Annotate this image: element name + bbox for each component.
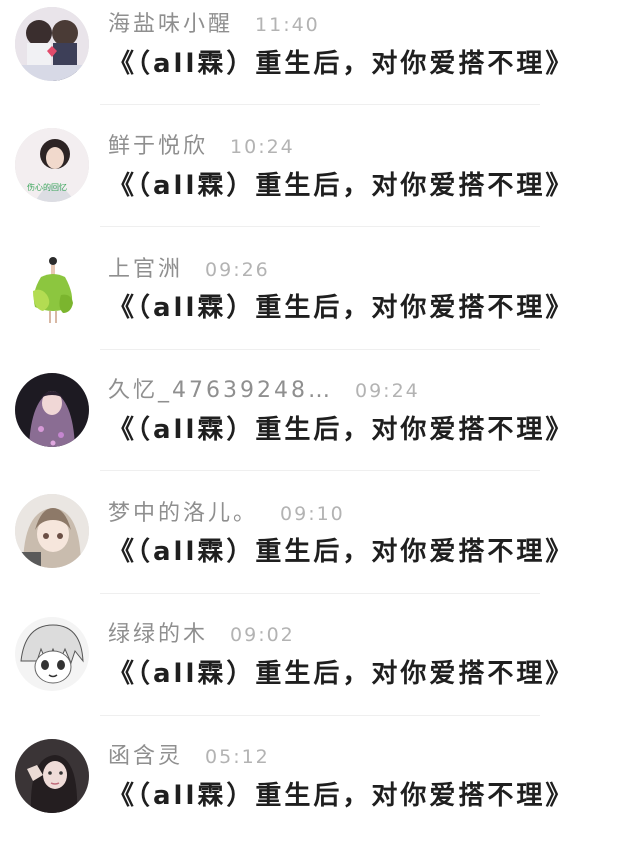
divider	[100, 470, 540, 471]
comment-meta: 久忆_47639248… 09:24	[108, 372, 420, 404]
comment-text: 《（all霖）重生后，对你爱搭不理》	[108, 537, 575, 567]
comment-meta: 函含灵 05:12	[108, 738, 270, 770]
comment-text: 《（all霖）重生后，对你爱搭不理》	[108, 293, 575, 323]
comment-time: 09:10	[280, 503, 345, 525]
selfie-girl-avatar[interactable]	[15, 739, 89, 813]
divider	[100, 226, 540, 227]
sender-name[interactable]: 海盐味小醒	[108, 12, 233, 37]
list-item[interactable]: 久忆_47639248… 09:24 《（all霖）重生后，对你爱搭不理》	[0, 366, 640, 488]
comment-text: 《（all霖）重生后，对你爱搭不理》	[108, 415, 575, 445]
divider	[100, 715, 540, 716]
divider	[100, 104, 540, 105]
list-item[interactable]: 上官洲 09:26 《（all霖）重生后，对你爱搭不理》	[0, 244, 640, 366]
sender-name[interactable]: 鲜于悦欣	[108, 134, 208, 159]
comment-text: 《（all霖）重生后，对你爱搭不理》	[108, 171, 575, 201]
list-item[interactable]: 伤心的回忆 鲜于悦欣 10:24 《（all霖）重生后，对你爱搭不理》	[0, 122, 640, 244]
comment-meta: 上官洲 09:26	[108, 251, 270, 283]
comment-meta: 鲜于悦欣 10:24	[108, 128, 295, 160]
girl-photo-avatar[interactable]: 伤心的回忆	[15, 128, 89, 202]
sender-name[interactable]: 上官洲	[108, 257, 183, 282]
comment-text: 《（all霖）重生后，对你爱搭不理》	[108, 659, 575, 689]
comment-time: 09:26	[205, 259, 270, 281]
sender-name[interactable]: 久忆_47639248…	[108, 378, 333, 403]
sender-name[interactable]: 绿绿的木	[108, 622, 208, 647]
sender-name[interactable]: 梦中的洛儿。	[108, 501, 258, 526]
green-dress-avatar[interactable]	[15, 251, 89, 325]
divider	[100, 349, 540, 350]
comment-text: 《（all霖）重生后，对你爱搭不理》	[108, 781, 575, 811]
comment-time: 09:24	[354, 380, 420, 402]
comment-time: 05:12	[205, 746, 270, 768]
comment-list: 海盐味小醒 11:40 《（all霖）重生后，对你爱搭不理》 伤心的回忆 鲜于悦欣…	[0, 0, 640, 842]
anime-girl-avatar[interactable]	[15, 494, 89, 568]
comment-meta: 绿绿的木 09:02	[108, 616, 295, 648]
anime-couple-avatar[interactable]	[15, 7, 89, 81]
hooded-girl-avatar[interactable]	[15, 373, 89, 447]
comment-text: 《（all霖）重生后，对你爱搭不理》	[108, 49, 575, 79]
list-item[interactable]: 海盐味小醒 11:40 《（all霖）重生后，对你爱搭不理》	[0, 0, 640, 122]
comment-time: 09:02	[230, 624, 295, 646]
comment-meta: 梦中的洛儿。 09:10	[108, 495, 345, 527]
list-item[interactable]: 函含灵 05:12 《（all霖）重生后，对你爱搭不理》	[0, 732, 640, 854]
sender-name[interactable]: 函含灵	[108, 744, 183, 769]
avatar-caption: 伤心的回忆	[27, 182, 67, 192]
comment-time: 10:24	[230, 136, 295, 158]
list-item[interactable]: 绿绿的木 09:02 《（all霖）重生后，对你爱搭不理》	[0, 610, 640, 732]
comment-time: 11:40	[255, 14, 320, 36]
manga-girl-avatar[interactable]	[15, 617, 89, 691]
list-item[interactable]: 梦中的洛儿。 09:10 《（all霖）重生后，对你爱搭不理》	[0, 488, 640, 610]
comment-meta: 海盐味小醒 11:40	[108, 6, 320, 38]
divider	[100, 593, 540, 594]
